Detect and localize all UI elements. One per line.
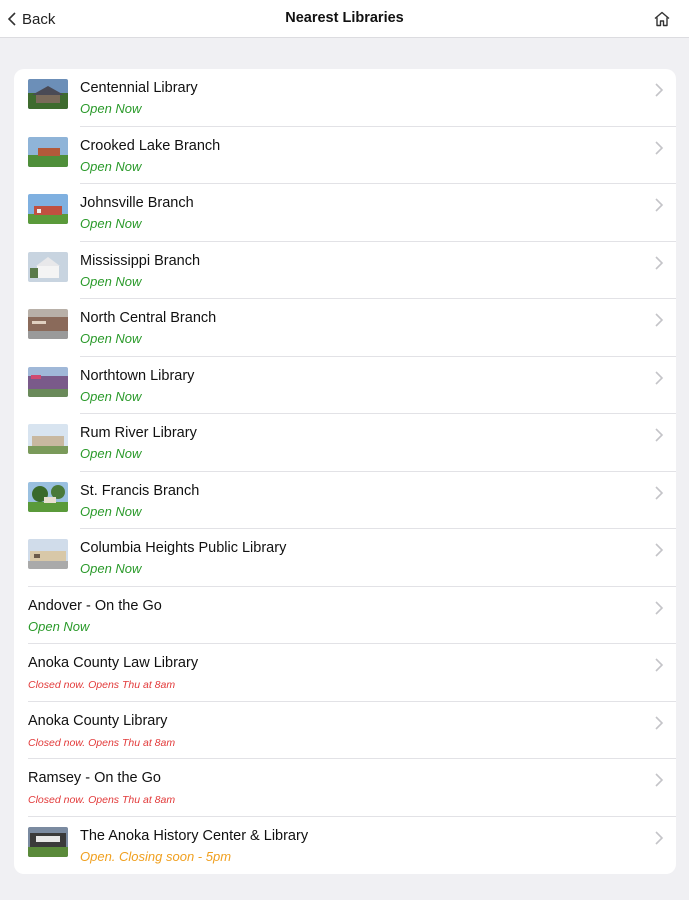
chevron-right-icon xyxy=(655,198,664,212)
library-photo xyxy=(28,136,68,167)
library-row[interactable]: The Anoka History Center & Library Open. … xyxy=(14,817,676,875)
library-row[interactable]: Mississippi Branch Open Now xyxy=(14,242,676,299)
library-row[interactable]: Northtown Library Open Now xyxy=(14,357,676,414)
library-row[interactable]: North Central Branch Open Now xyxy=(14,299,676,357)
library-status: Open Now xyxy=(80,101,142,116)
library-name: Centennial Library xyxy=(80,80,198,96)
library-status: Closed now. Opens Thu at 8am xyxy=(28,736,176,749)
navigation-bar: Back Nearest Libraries xyxy=(0,0,689,38)
chevron-right-icon xyxy=(655,830,664,845)
library-status: Open Now xyxy=(28,618,90,634)
chevron-right-icon xyxy=(655,313,664,327)
library-name: Crooked Lake Branch xyxy=(80,137,221,154)
library-photo xyxy=(28,251,68,282)
library-row[interactable]: Anoka County Library Closed now. Opens Th… xyxy=(14,702,676,759)
library-photo xyxy=(28,539,68,569)
library-row[interactable]: St. Francis Branch Open Now xyxy=(14,472,676,529)
library-photo xyxy=(28,424,68,454)
library-row[interactable]: Columbia Heights Public Library Open Now xyxy=(14,529,676,587)
library-name: Anoka County Law Library xyxy=(28,655,199,671)
library-status: Open Now xyxy=(80,216,142,231)
library-name: Rum River Library xyxy=(80,425,197,441)
library-name: Northtown Library xyxy=(80,367,195,384)
library-name: Andover - On the Go xyxy=(28,597,162,614)
home-icon[interactable] xyxy=(653,10,671,28)
library-row[interactable]: Crooked Lake Branch Open Now xyxy=(14,127,676,184)
library-status: Open Now xyxy=(80,561,142,576)
chevron-right-icon xyxy=(655,428,664,442)
library-name: Columbia Heights Public Library xyxy=(80,540,287,556)
library-row[interactable]: Johnsville Branch Open Now xyxy=(14,184,676,242)
library-status: Open. Closing soon - 5pm xyxy=(80,848,232,864)
chevron-right-icon xyxy=(655,715,664,730)
chevron-right-icon xyxy=(655,370,664,385)
library-status: Open Now xyxy=(80,158,142,174)
library-name: Anoka County Library xyxy=(28,712,168,729)
library-status: Closed now. Opens Thu at 8am xyxy=(28,794,176,806)
library-name: The Anoka History Center & Library xyxy=(80,827,309,844)
library-photo xyxy=(28,79,68,109)
library-status: Open Now xyxy=(80,446,142,461)
library-name: Ramsey - On the Go xyxy=(28,770,161,786)
library-photo xyxy=(28,309,68,339)
library-photo xyxy=(28,366,68,397)
library-row[interactable]: Centennial Library Open Now xyxy=(14,69,676,127)
library-photo xyxy=(28,481,68,512)
library-name: Mississippi Branch xyxy=(80,252,201,269)
library-status: Open Now xyxy=(80,331,142,346)
chevron-right-icon xyxy=(655,255,664,270)
library-list: Centennial Library Open Now Crooked Lake B… xyxy=(14,69,676,874)
library-row[interactable]: Andover - On the Go Open Now xyxy=(14,587,676,644)
library-name: Johnsville Branch xyxy=(80,195,194,211)
library-row[interactable]: Rum River Library Open Now xyxy=(14,414,676,472)
chevron-right-icon xyxy=(655,485,664,500)
chevron-right-icon xyxy=(655,543,664,557)
library-photo xyxy=(28,194,68,224)
library-name: St. Francis Branch xyxy=(80,482,200,499)
library-status: Closed now. Opens Thu at 8am xyxy=(28,679,176,691)
library-status: Open Now xyxy=(80,503,142,519)
chevron-right-icon xyxy=(655,83,664,97)
library-row[interactable]: Anoka County Law Library Closed now. Open… xyxy=(14,644,676,702)
chevron-right-icon xyxy=(655,773,664,787)
chevron-right-icon xyxy=(655,658,664,672)
chevron-right-icon xyxy=(655,600,664,615)
library-row[interactable]: Ramsey - On the Go Closed now. Opens Thu … xyxy=(14,759,676,817)
library-photo xyxy=(28,826,68,857)
chevron-right-icon xyxy=(655,140,664,155)
library-status: Open Now xyxy=(80,388,142,404)
library-name: North Central Branch xyxy=(80,310,217,326)
library-status: Open Now xyxy=(80,273,142,289)
page-title: Nearest Libraries xyxy=(285,10,404,26)
